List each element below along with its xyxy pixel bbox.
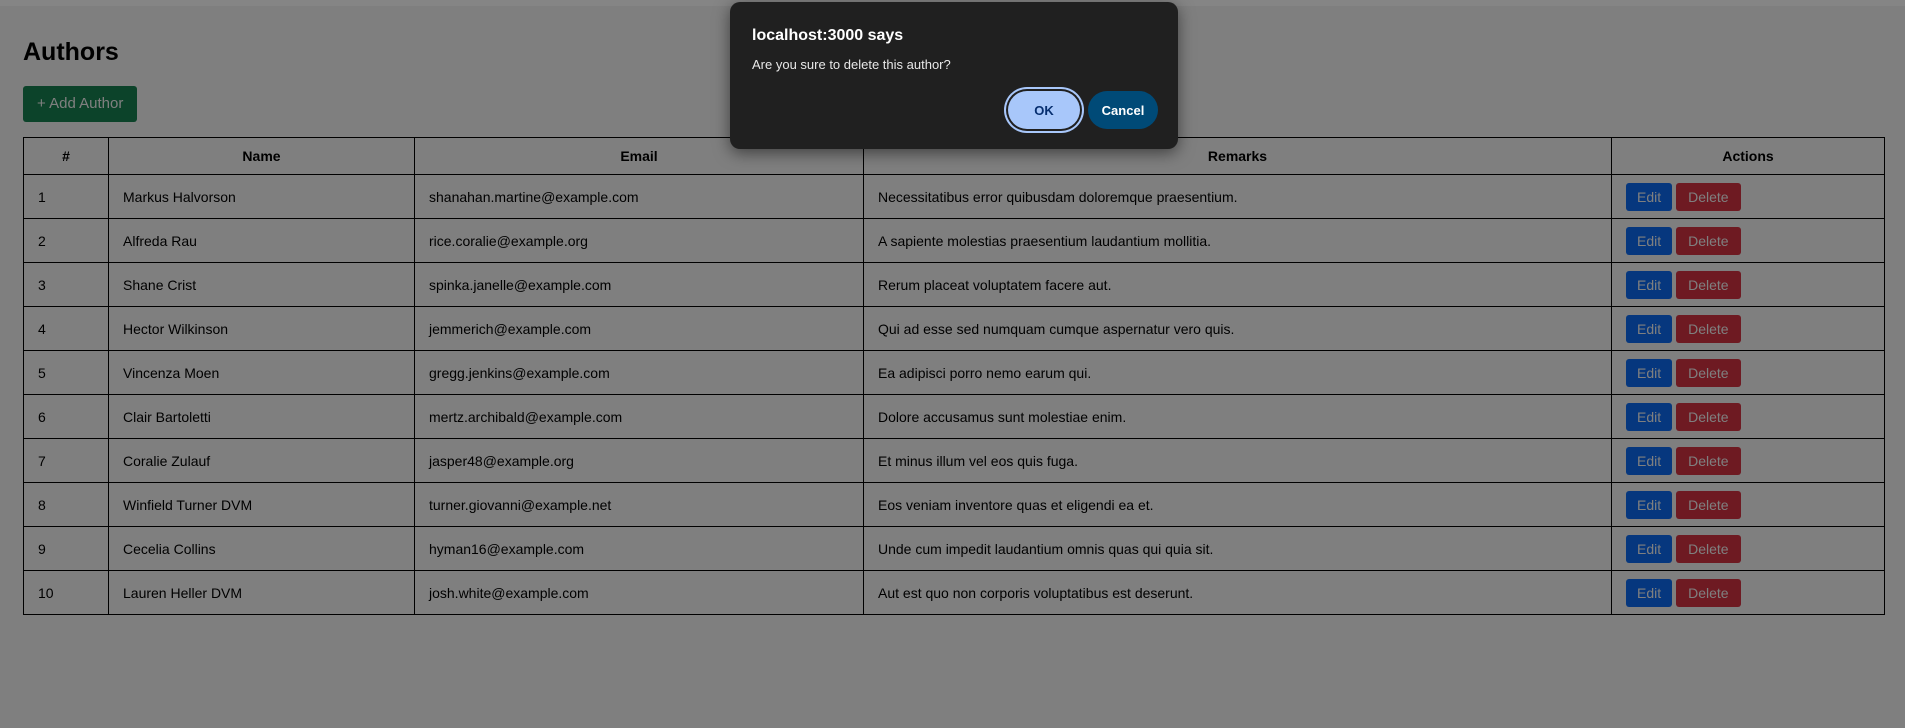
confirm-dialog: localhost:3000 says Are you sure to dele… <box>730 2 1178 149</box>
dialog-actions: OK Cancel <box>1008 91 1158 129</box>
ok-button[interactable]: OK <box>1008 91 1080 129</box>
dialog-title: localhost:3000 says <box>752 27 904 44</box>
cancel-button[interactable]: Cancel <box>1088 91 1158 129</box>
dialog-message: Are you sure to delete this author? <box>752 57 951 72</box>
